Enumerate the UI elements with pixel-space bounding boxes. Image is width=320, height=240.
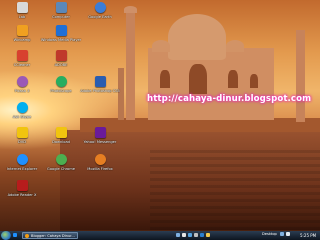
wincamp-icon <box>16 25 28 36</box>
desktop-icon-photoscape[interactable]: PhotoScape <box>41 76 81 93</box>
tray-app-icon[interactable] <box>176 233 180 237</box>
desktop-icon-mozilla-firefox[interactable]: Mozilla Firefox <box>80 154 120 171</box>
desktop-icon-windows-media-player[interactable]: Windows Media Player <box>41 25 81 42</box>
desktop-icon-ccleaner[interactable]: CCleaner <box>2 50 42 67</box>
skype-icon <box>16 102 28 113</box>
photoscape-icon <box>55 76 67 87</box>
icon-label: Windows Media Player <box>40 38 82 42</box>
icon-label: Google Earth <box>88 15 112 19</box>
desktop-icon-adobe[interactable]: ADOBE <box>41 50 81 67</box>
picasa-icon <box>16 76 28 87</box>
blogger-icon <box>25 233 29 238</box>
wallpaper-arch <box>250 74 258 88</box>
tray-app-icon[interactable] <box>200 233 204 237</box>
start-button[interactable] <box>1 231 11 240</box>
wallpaper-arch <box>160 70 170 88</box>
desktop-icon-google-earth[interactable]: Google Earth <box>80 2 120 19</box>
taskbar-clock[interactable]: 5:25 PM <box>300 233 316 238</box>
icon-label: Mozilla Firefox <box>87 167 113 171</box>
desktop-icon-dvd[interactable]: DVD <box>2 127 42 144</box>
tray-app-icon[interactable] <box>206 233 210 237</box>
windows-media-player-icon <box>55 25 67 36</box>
system-tray: Desktop <box>262 232 292 236</box>
desktop-icon-google-chrome[interactable]: Google Chrome <box>41 154 81 171</box>
taskbar-button-blogger[interactable]: Blogger: Cahaya Dinur... <box>22 232 78 239</box>
wallpaper-minaret-right <box>296 30 305 122</box>
taskbar-button-label: Blogger: Cahaya Dinur... <box>31 233 75 238</box>
adobe-icon <box>55 50 67 61</box>
wallpaper-main-arch <box>189 64 207 94</box>
icon-label: Lab <box>18 15 26 19</box>
wallpaper-steps <box>150 150 320 230</box>
icon-label: Adobe Photoshop CS5 <box>80 89 120 93</box>
icon-label: Download <box>52 140 70 144</box>
tray-app-icon[interactable] <box>188 233 192 237</box>
wallpaper-main-dome <box>168 14 226 60</box>
desktop-toolbar-label[interactable]: Desktop <box>262 232 277 236</box>
computer-icon <box>55 2 67 13</box>
desktop-icon-adobe-reader[interactable]: Adobe Reader X <box>2 180 42 197</box>
icon-label: Google Chrome <box>47 167 75 171</box>
desktop: http://cahaya-dinur.blogspot.com Lab Com… <box>0 0 320 240</box>
quick-launch-ie-icon[interactable] <box>13 233 17 237</box>
wallpaper-minaret-left-top <box>124 6 137 13</box>
icon-label: Internet Explorer <box>6 167 38 171</box>
icon-label: ADOBE <box>54 63 68 67</box>
yahoo-messenger-icon <box>94 127 106 138</box>
network-icon[interactable] <box>279 232 284 236</box>
google-earth-icon <box>94 2 106 13</box>
icon-label: Wincamp <box>13 38 31 42</box>
tray-app-icon[interactable] <box>182 233 186 237</box>
internet-explorer-icon <box>16 154 28 165</box>
desktop-icon-yahoo-messenger[interactable]: Yahoo! Messenger <box>80 127 120 144</box>
wallpaper-small-dome-left <box>152 40 170 52</box>
lab-icon <box>16 2 28 13</box>
desktop-icon-photoshop[interactable]: Adobe Photoshop CS5 <box>80 76 120 93</box>
blog-url-watermark: http://cahaya-dinur.blogspot.com <box>147 94 312 104</box>
icon-label: CCleaner <box>13 63 31 67</box>
taskbar: Blogger: Cahaya Dinur... Desktop 5:25 PM <box>0 231 320 240</box>
desktop-icon-wincamp[interactable]: Wincamp <box>2 25 42 42</box>
wallpaper-small-dome-right <box>226 40 244 52</box>
folder-icon <box>55 127 67 138</box>
desktop-icon-internet-explorer[interactable]: Internet Explorer <box>2 154 42 171</box>
desktop-icon-picasa[interactable]: Picasa 3 <box>2 76 42 93</box>
folder-icon <box>16 127 28 138</box>
icon-label: Computer <box>52 15 70 19</box>
google-chrome-icon <box>55 154 67 165</box>
photoshop-icon <box>94 76 106 87</box>
wallpaper-arch <box>228 70 238 88</box>
adobe-reader-icon <box>16 180 28 191</box>
firefox-icon <box>94 154 106 165</box>
icon-label: Picasa 3 <box>14 89 30 93</box>
desktop-icon-lab[interactable]: Lab <box>2 2 42 19</box>
icon-label: PhotoScape <box>50 89 72 93</box>
icon-label: Adobe Reader X <box>7 193 37 197</box>
icon-label: Yahoo! Messenger <box>83 140 117 144</box>
icon-label: DVD <box>18 140 26 144</box>
ccleaner-icon <box>16 50 28 61</box>
tray-app-icon[interactable] <box>194 233 198 237</box>
desktop-icon-skype[interactable]: Ask Skype <box>2 102 42 119</box>
desktop-icon-computer[interactable]: Computer <box>41 2 81 19</box>
icon-label: Ask Skype <box>12 115 32 119</box>
desktop-icon-download[interactable]: Download <box>41 127 81 144</box>
volume-icon[interactable] <box>285 232 290 236</box>
wallpaper-minaret-left <box>126 10 135 120</box>
